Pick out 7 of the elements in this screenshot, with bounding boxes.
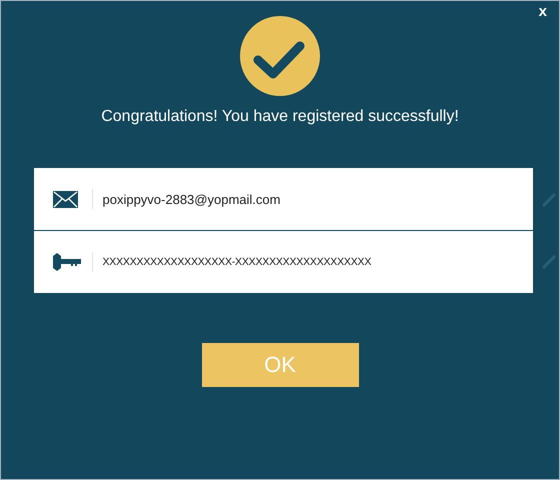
field-value: poxippyvo-2883@yopmail.com [102,192,280,206]
close-button[interactable]: x [536,3,549,21]
key-icon [50,253,80,271]
envelope-icon [53,190,78,208]
checkmark-icon [240,16,320,96]
field-value: XXXXXXXXXXXXXXXXXXX-XXXXXXXXXXXXXXXXXXXX [102,256,372,268]
success-message: Congratulations! You have registered successfully! [101,108,459,126]
